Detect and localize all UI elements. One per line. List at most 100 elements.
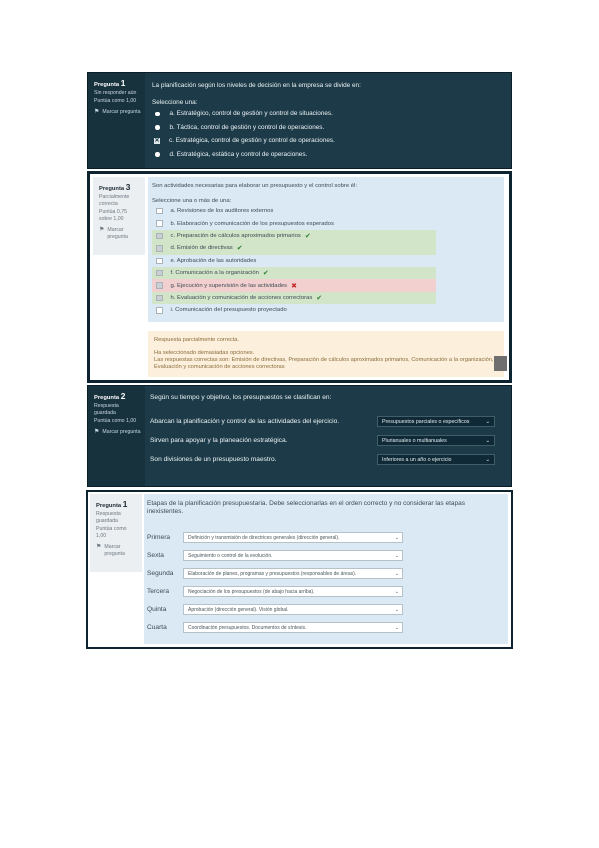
select-instruction: Seleccione una: <box>152 99 198 106</box>
check-icon: ✔ <box>262 270 269 278</box>
stage-select[interactable]: Coordinación presupuestos. Documentos de… <box>183 622 403 633</box>
answer-option-d[interactable]: d. Estratégica, estática y control de op… <box>152 148 505 162</box>
stage-row: Tercera Negociación de los presupuestos … <box>147 586 403 597</box>
radio-button[interactable] <box>155 152 160 157</box>
answer-option-f[interactable]: f. Comunicación a la organización ✔ <box>152 266 436 280</box>
answer-option-c[interactable]: c. Preparación de cálculos aproximados p… <box>152 229 436 243</box>
answer-option-h[interactable]: h. Evaluación y comunicación de acciones… <box>152 291 436 305</box>
question-number: Pregunta 3 <box>99 182 131 192</box>
chevron-down-icon: ⌄ <box>394 624 399 631</box>
question-prompt: La planificación según los niveles de de… <box>152 82 361 89</box>
flag-icon: ⚑ <box>94 109 100 115</box>
chevron-down-icon: ⌄ <box>394 606 399 613</box>
stage-label: Tercera <box>147 588 169 595</box>
question-info: Pregunta 3 Parcialmente correcta Puntúa … <box>93 177 145 255</box>
question-info: Pregunta 1 Sin responder aún Puntúa como… <box>88 73 145 168</box>
flag-icon: ⚑ <box>96 544 102 550</box>
answer-option-a[interactable]: a. Estratégico, control de gestión y con… <box>152 107 505 121</box>
checkbox-checked[interactable] <box>156 269 163 277</box>
answer-select[interactable]: Plurianuales o multianuales ⌄ <box>377 435 495 446</box>
stage-label: Sexta <box>147 552 164 559</box>
answer-option-a[interactable]: a. Revisiones de los auditores externos <box>152 205 492 217</box>
stage-select[interactable]: Aprobación (dirección general). Visión g… <box>183 604 403 615</box>
answer-option-c[interactable]: ✕ c. Estratégica, control de gestión y c… <box>152 134 505 148</box>
feedback-title: Respuesta parcialmente correcta. <box>154 337 240 343</box>
answer-select[interactable]: Presupuestos parciales o específicos ⌄ <box>377 416 495 427</box>
question-number: Pregunta 1 <box>94 78 126 88</box>
selected-radio-icon[interactable]: ✕ <box>154 137 160 144</box>
stage-select[interactable]: Seguimiento o control de la evolución. ⌄ <box>183 550 403 561</box>
question-3-block: Pregunta 3 Parcialmente correcta Puntúa … <box>87 171 512 383</box>
stage-row: Segunda Elaboración de planes, programas… <box>147 568 403 579</box>
scroll-button[interactable] <box>494 356 507 371</box>
flag-question-link[interactable]: ⚑ Marcar pregunta <box>94 109 141 116</box>
flag-question-link[interactable]: ⚑ Marcar pregunta <box>99 227 141 241</box>
stage-label: Primera <box>147 534 171 541</box>
chevron-down-icon: ⌄ <box>485 437 490 444</box>
checkbox[interactable] <box>156 307 163 314</box>
checkbox-checked[interactable] <box>156 232 163 240</box>
flag-icon: ⚑ <box>99 227 105 233</box>
checkbox[interactable] <box>156 220 163 227</box>
answer-option-e[interactable]: e. Aprobación de las autoridades <box>152 255 492 267</box>
answer-option-b[interactable]: b. Elaboración y comunicación de los pre… <box>152 217 492 229</box>
chevron-down-icon: ⌄ <box>394 588 399 595</box>
radio-button[interactable] <box>155 111 160 116</box>
answer-option-g[interactable]: g. Ejecución y supervisión de las activi… <box>152 279 436 292</box>
answer-option-b[interactable]: b. Táctica, control de gestión y control… <box>152 121 505 135</box>
question-1b-block: Pregunta 1 Respuesta guardada Puntúa com… <box>86 490 513 649</box>
question-info: Pregunta 2 Respuesta guardada Puntúa com… <box>88 386 145 486</box>
chevron-down-icon: ⌄ <box>394 534 399 541</box>
checkbox-checked[interactable] <box>156 294 163 302</box>
question-number: Pregunta 2 <box>94 391 126 401</box>
checkbox-checked[interactable] <box>156 282 163 289</box>
question-prompt: Según su tiempo y objetivo, los presupue… <box>150 394 332 401</box>
flag-icon: ⚑ <box>94 429 100 435</box>
question-score: Puntúa 0,75 sobre 1,00 <box>99 209 127 222</box>
chevron-down-icon: ⌄ <box>485 456 490 463</box>
question-status: Respuesta guardada <box>94 403 119 416</box>
chevron-down-icon: ⌄ <box>485 418 490 425</box>
flag-question-link[interactable]: ⚑ Marcar pregunta <box>96 544 138 558</box>
checkbox-checked[interactable] <box>156 245 163 252</box>
check-icon: ✔ <box>236 245 243 253</box>
answer-option-d[interactable]: d. Emisión de directivas ✔ <box>152 242 436 255</box>
cross-icon: ✖ <box>291 282 297 290</box>
answer-select[interactable]: Inferiores a un año o ejercicio ⌄ <box>377 454 495 465</box>
stage-label: Cuarta <box>147 624 167 631</box>
stage-select[interactable]: Negociación de los presupuestos (de abaj… <box>183 586 403 597</box>
question-status: Parcialmente correcta <box>99 194 130 207</box>
checkbox[interactable] <box>156 207 163 215</box>
check-icon: ✔ <box>304 232 311 240</box>
stage-row: Primera Definición y transmisión de dire… <box>147 532 403 543</box>
question-prompt: Son actividades necesarias para elaborar… <box>152 183 357 189</box>
match-row: Sirven para apoyar y la planeación estra… <box>150 435 495 446</box>
question-prompt: Etapas de la planificación presupuestari… <box>147 500 465 516</box>
stage-row: Quinta Aprobación (dirección general). V… <box>147 604 403 615</box>
match-row-text: Son divisiones de un presupuesto maestro… <box>150 456 277 463</box>
match-row-text: Sirven para apoyar y la planeación estra… <box>150 437 288 444</box>
question-score: Puntúa como 1,00 <box>96 526 127 539</box>
question-number: Pregunta 1 <box>96 499 128 509</box>
chevron-down-icon: ⌄ <box>394 552 399 559</box>
feedback-selected: Ha seleccionado demasiadas opciones. <box>154 350 255 356</box>
question-score: Puntúa como 1,00 <box>94 98 137 104</box>
feedback-correct-answers: Las respuestas correctas son: Emisión de… <box>154 357 494 370</box>
checkbox[interactable] <box>156 257 163 264</box>
match-row: Son divisiones de un presupuesto maestro… <box>150 454 495 465</box>
question-info: Pregunta 1 Respuesta guardada Puntúa com… <box>90 494 142 572</box>
question-score: Puntúa como 1,00 <box>94 418 137 424</box>
question-2-block: Pregunta 2 Respuesta guardada Puntúa com… <box>87 385 512 487</box>
question-status: Sin responder aún <box>94 90 137 96</box>
question-1-block: Pregunta 1 Sin responder aún Puntúa como… <box>87 72 512 169</box>
stage-label: Segunda <box>147 570 174 577</box>
radio-button[interactable] <box>155 125 160 130</box>
match-row-text: Abarcan la planificación y control de la… <box>150 418 340 425</box>
stage-row: Sexta Seguimiento o control de la evoluc… <box>147 550 403 561</box>
check-icon: ✔ <box>316 294 323 302</box>
answer-option-i[interactable]: i. Comunicación del presupuesto proyecta… <box>152 304 492 316</box>
stage-select[interactable]: Elaboración de planes, programas y presu… <box>183 568 403 579</box>
flag-question-link[interactable]: ⚑ Marcar pregunta <box>94 429 141 436</box>
question-status: Respuesta guardada <box>96 511 121 524</box>
stage-select[interactable]: Definición y transmisión de directrices … <box>183 532 403 543</box>
